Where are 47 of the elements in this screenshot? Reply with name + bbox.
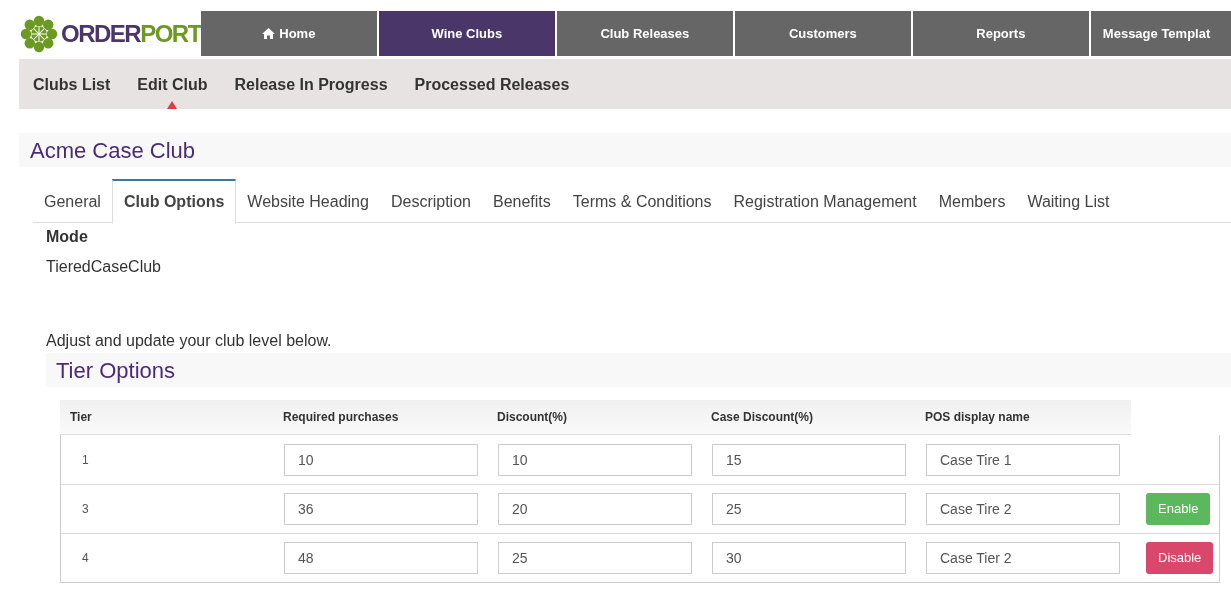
tab[interactable]: Club Options (111, 179, 237, 224)
input-field[interactable]: Case Tire 1 (926, 443, 1120, 476)
mode-value: TieredCaseClub (46, 257, 162, 277)
input-field[interactable]: 30 (712, 542, 906, 574)
tab[interactable]: Members (927, 179, 1017, 224)
tier-cell-text: 3 (81, 501, 90, 518)
tab[interactable]: Website Heading (236, 179, 380, 224)
sub-nav-link[interactable]: Edit Club (137, 59, 208, 109)
intro-text: Adjust and update your club level below. (46, 331, 333, 351)
tier-cell-text: 1 (81, 451, 90, 469)
sub-nav-link[interactable]: Release In Progress (234, 59, 388, 109)
column-header: Discount(%) (497, 409, 568, 426)
input-field[interactable]: 10 (284, 443, 478, 476)
nav-tab[interactable]: Club Releases (556, 11, 733, 56)
sub-nav-link[interactable]: Clubs List (33, 59, 111, 109)
input-field[interactable]: 25 (712, 493, 906, 525)
flower-logo-icon (19, 14, 59, 54)
input-field[interactable]: 20 (498, 493, 692, 525)
nav-tab[interactable]: Customers (734, 11, 911, 56)
nav-tab[interactable]: Reports (912, 11, 1089, 56)
section-title: Tier Options (56, 356, 175, 385)
input-field[interactable]: 36 (284, 493, 478, 525)
nav-tab[interactable]: Message Templat (1090, 11, 1231, 56)
tier-cell-text: 4 (81, 550, 90, 567)
club-title: Acme Case Club (30, 136, 196, 165)
input-field[interactable]: 15 (712, 443, 906, 476)
input-field[interactable]: 25 (498, 542, 692, 574)
column-header: Required purchases (283, 409, 400, 426)
column-header: POS display name (925, 409, 1031, 426)
tab[interactable]: Benefits (481, 179, 562, 224)
input-field[interactable]: Case Tier 2 (926, 542, 1120, 574)
column-header: Tier (69, 409, 93, 426)
column-header: Case Discount(%) (711, 409, 815, 426)
nav-tab[interactable]: Wine Clubs (378, 11, 555, 56)
input-field[interactable]: Case Tire 2 (926, 493, 1120, 525)
disable-button[interactable]: Disable (1146, 542, 1214, 574)
sub-nav-link[interactable]: Processed Releases (414, 59, 570, 109)
tab[interactable]: Terms & Conditions (561, 179, 723, 224)
input-field[interactable]: 10 (498, 443, 692, 476)
logo-text: ORDERPORT (61, 22, 201, 46)
tab[interactable]: General (33, 179, 112, 224)
input-field[interactable]: 48 (284, 542, 478, 574)
tab[interactable]: Description (379, 179, 482, 224)
nav-tab[interactable]: Home (200, 11, 377, 56)
mode-label: Mode (46, 227, 89, 247)
tab[interactable]: Registration Management (722, 179, 928, 224)
tab[interactable]: Waiting List (1016, 179, 1121, 224)
